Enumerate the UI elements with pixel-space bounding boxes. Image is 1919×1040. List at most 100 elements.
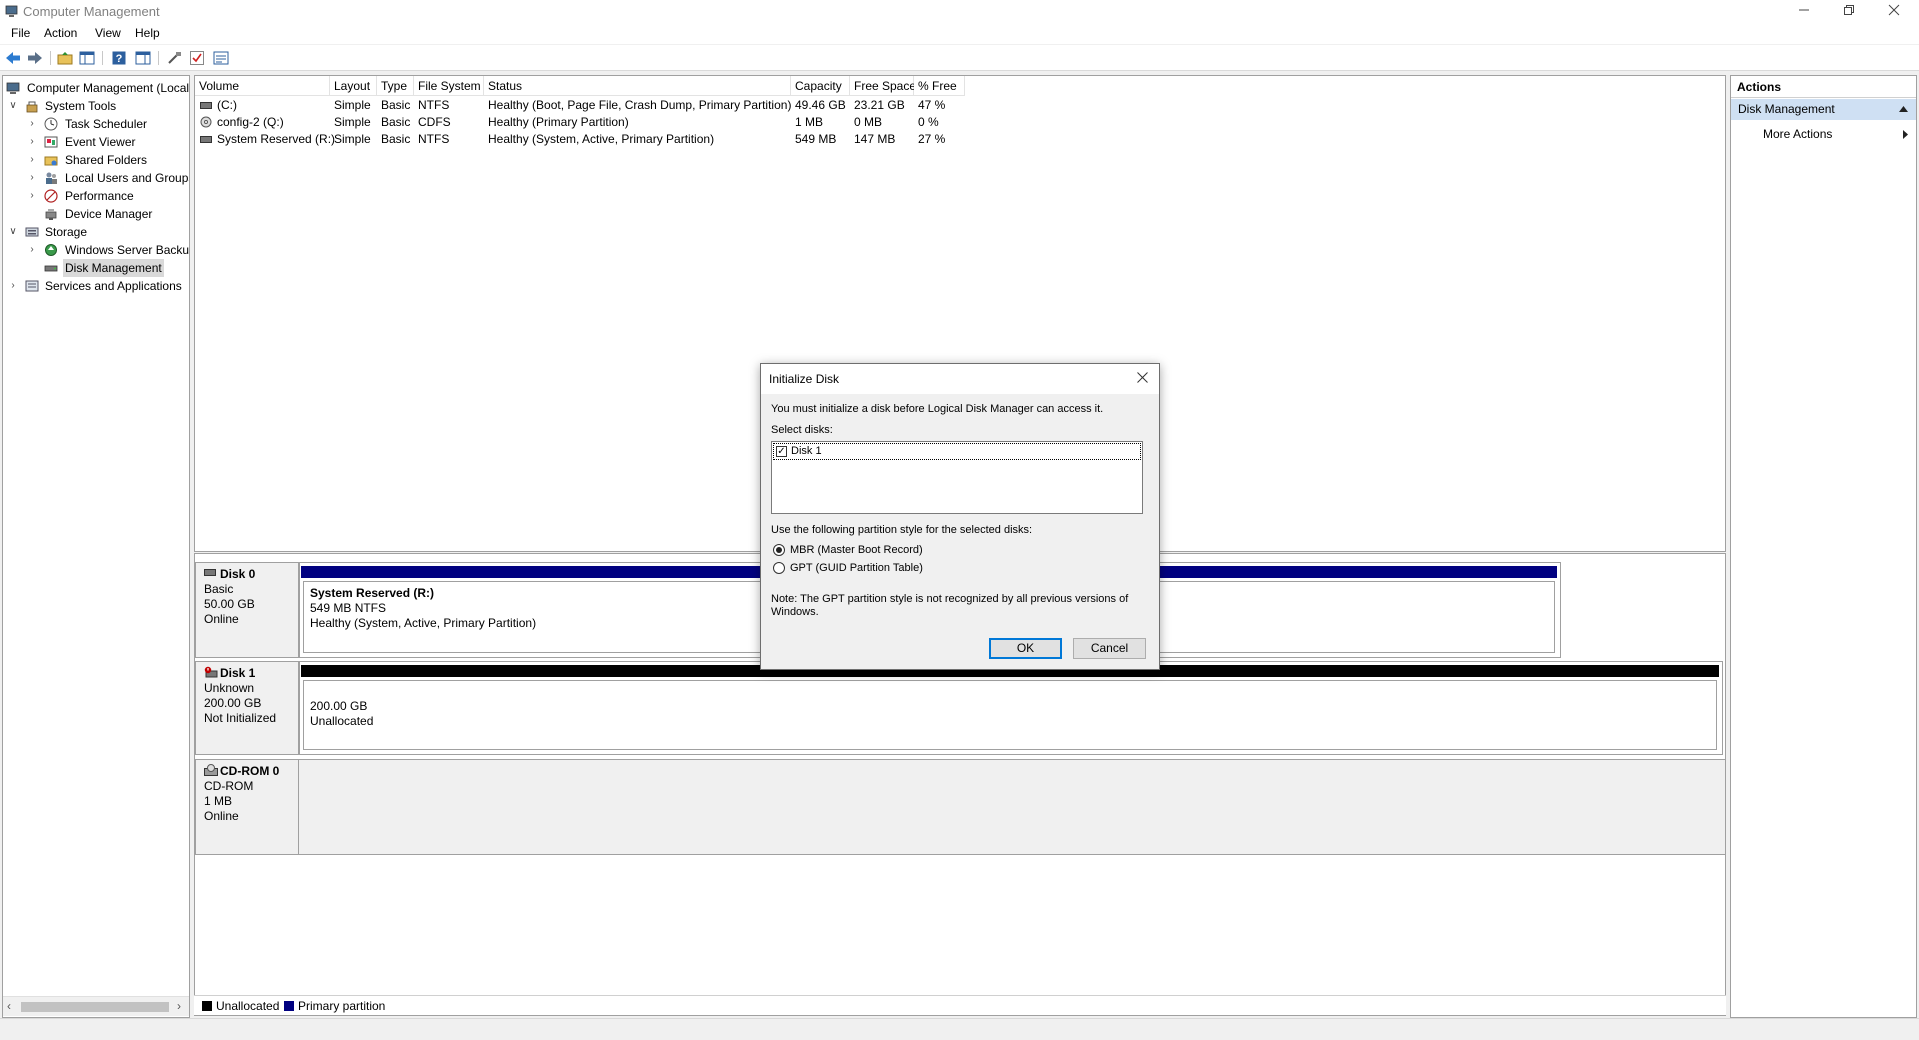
toolbar-separator bbox=[50, 51, 51, 65]
legend: Unallocated Primary partition bbox=[194, 995, 1726, 1015]
column-header-layout[interactable]: Layout bbox=[330, 76, 377, 96]
cell-layout: Simple bbox=[334, 132, 371, 146]
cell-type: Basic bbox=[381, 132, 411, 146]
column-header-percent-free[interactable]: % Free bbox=[914, 76, 965, 96]
tree-item-task-scheduler[interactable]: › Task Scheduler bbox=[3, 115, 189, 133]
tree-item-shared-folders[interactable]: › Shared Folders bbox=[3, 151, 189, 169]
select-disks-label: Select disks: bbox=[771, 424, 833, 436]
svg-text:?: ? bbox=[116, 53, 123, 65]
scrollbar-thumb[interactable] bbox=[21, 1002, 169, 1012]
chevron-down-icon[interactable]: ∨ bbox=[8, 97, 18, 115]
mbr-label[interactable]: MBR (Master Boot Record) bbox=[790, 544, 923, 556]
cell-layout: Simple bbox=[334, 115, 371, 129]
menu-file[interactable]: File bbox=[7, 26, 34, 40]
gpt-radio[interactable] bbox=[773, 562, 785, 574]
chevron-right-icon[interactable]: › bbox=[8, 277, 18, 295]
actions-section-disk-management[interactable]: Disk Management bbox=[1731, 99, 1916, 120]
list-item-disk-1[interactable]: ✓ Disk 1 bbox=[773, 443, 1141, 460]
show-hide-console-tree-button[interactable] bbox=[78, 49, 96, 67]
menu-bar: File Action View Help bbox=[0, 24, 1919, 44]
tree-label: Event Viewer bbox=[65, 135, 136, 149]
column-header-free-space[interactable]: Free Space bbox=[850, 76, 916, 96]
column-header-volume[interactable]: Volume bbox=[195, 76, 330, 96]
tree-label: Storage bbox=[45, 225, 88, 239]
cancel-button[interactable]: Cancel bbox=[1073, 638, 1146, 659]
close-button[interactable] bbox=[1871, 0, 1917, 22]
up-one-level-button[interactable] bbox=[56, 49, 74, 67]
unallocated-space[interactable]: 200.00 GB Unallocated bbox=[303, 680, 1717, 750]
more-actions[interactable]: More Actions bbox=[1763, 126, 1832, 142]
restore-button[interactable] bbox=[1826, 0, 1872, 22]
properties-button[interactable] bbox=[212, 49, 230, 67]
tree-item-storage[interactable]: ∨ Storage bbox=[3, 223, 189, 241]
table-row[interactable]: config-2 (Q:) Simple Basic CDFS Healthy … bbox=[195, 114, 1725, 131]
cell-status: Healthy (Primary Partition) bbox=[488, 115, 629, 129]
scroll-right-icon[interactable]: › bbox=[177, 999, 181, 1013]
console-tree: Computer Management (Local ∨ System Tool… bbox=[2, 75, 190, 1018]
cdrom-0-track bbox=[299, 759, 1725, 855]
column-header-capacity[interactable]: Capacity bbox=[791, 76, 850, 96]
cell-volume: config-2 (Q:) bbox=[217, 115, 284, 129]
table-row[interactable]: (C:) Simple Basic NTFS Healthy (Boot, Pa… bbox=[195, 97, 1725, 114]
disk-1-checkbox[interactable]: ✓ bbox=[776, 446, 787, 457]
tree-item-computer-management[interactable]: Computer Management (Local bbox=[3, 79, 189, 97]
toolbar: ? bbox=[0, 45, 1919, 71]
tree-item-system-tools[interactable]: ∨ System Tools bbox=[3, 97, 189, 115]
cell-file-system: NTFS bbox=[418, 132, 450, 146]
dialog-close-button[interactable] bbox=[1131, 368, 1153, 390]
column-header-type[interactable]: Type bbox=[377, 76, 414, 96]
submenu-arrow-icon[interactable] bbox=[1903, 130, 1908, 139]
cell-volume: (C:) bbox=[217, 98, 237, 112]
tree-item-performance[interactable]: › Performance bbox=[3, 187, 189, 205]
tree-horizontal-scrollbar[interactable]: ‹ › bbox=[3, 996, 189, 1016]
disk-name: Disk 0 bbox=[220, 567, 256, 581]
tree-item-windows-server-backup[interactable]: › Windows Server Backup bbox=[3, 241, 189, 259]
tree-item-local-users-and-groups[interactable]: › Local Users and Groups bbox=[3, 169, 189, 187]
actions-title: Actions bbox=[1731, 76, 1916, 98]
help-icon: ? bbox=[112, 51, 126, 65]
tree-item-event-viewer[interactable]: › Event Viewer bbox=[3, 133, 189, 151]
disk-select-list[interactable]: ✓ Disk 1 bbox=[771, 441, 1143, 514]
initialize-disk-dialog: Initialize Disk You must initialize a di… bbox=[760, 363, 1160, 670]
ok-button[interactable]: OK bbox=[989, 638, 1062, 659]
close-icon bbox=[1136, 372, 1148, 383]
column-header-status[interactable]: Status bbox=[484, 76, 791, 96]
tree-item-disk-management[interactable]: Disk Management bbox=[3, 259, 189, 277]
scroll-left-icon[interactable]: ‹ bbox=[7, 999, 11, 1013]
menu-action[interactable]: Action bbox=[40, 26, 81, 40]
tree-label: Windows Server Backup bbox=[65, 243, 190, 257]
forward-button[interactable] bbox=[26, 49, 44, 67]
chevron-right-icon[interactable]: › bbox=[27, 169, 37, 187]
chevron-down-icon[interactable]: ∨ bbox=[8, 223, 18, 241]
chevron-right-icon[interactable]: › bbox=[27, 151, 37, 169]
tree-label: Local Users and Groups bbox=[65, 171, 190, 185]
shared-folder-icon bbox=[44, 156, 58, 166]
menu-help[interactable]: Help bbox=[131, 26, 164, 40]
help-button[interactable]: ? bbox=[110, 49, 128, 67]
tree-label: Shared Folders bbox=[65, 153, 148, 167]
column-header-file-system[interactable]: File System bbox=[414, 76, 484, 96]
disk-0-label[interactable]: Disk 0 Basic 50.00 GB Online bbox=[195, 562, 299, 658]
tree-item-device-manager[interactable]: Device Manager bbox=[3, 205, 189, 223]
table-row[interactable]: System Reserved (R:) Simple Basic NTFS H… bbox=[195, 131, 1725, 148]
collapse-up-icon[interactable] bbox=[1899, 106, 1908, 112]
disk-1-label[interactable]: Disk 1 Unknown 200.00 GB Not Initialized bbox=[195, 661, 299, 755]
chevron-right-icon[interactable]: › bbox=[27, 115, 37, 133]
gpt-label[interactable]: GPT (GUID Partition Table) bbox=[790, 562, 923, 574]
check-button[interactable] bbox=[188, 49, 206, 67]
cdrom-0-label[interactable]: CD-ROM 0 CD-ROM 1 MB Online bbox=[195, 759, 299, 855]
minimize-button[interactable] bbox=[1781, 0, 1827, 22]
show-hide-action-pane-button[interactable] bbox=[134, 49, 152, 67]
connect-button[interactable] bbox=[166, 49, 184, 67]
tree-item-services-and-applications[interactable]: › Services and Applications bbox=[3, 277, 189, 295]
chevron-right-icon[interactable]: › bbox=[27, 133, 37, 151]
toolbar-separator bbox=[102, 51, 103, 65]
cd-drive-icon bbox=[204, 764, 218, 776]
chevron-right-icon[interactable]: › bbox=[27, 187, 37, 205]
cell-free-space: 147 MB bbox=[854, 132, 896, 146]
mbr-radio[interactable] bbox=[773, 544, 785, 556]
menu-view[interactable]: View bbox=[91, 26, 125, 40]
back-button[interactable] bbox=[4, 49, 22, 67]
unallocated-size: 200.00 GB bbox=[310, 699, 368, 713]
chevron-right-icon[interactable]: › bbox=[27, 241, 37, 259]
